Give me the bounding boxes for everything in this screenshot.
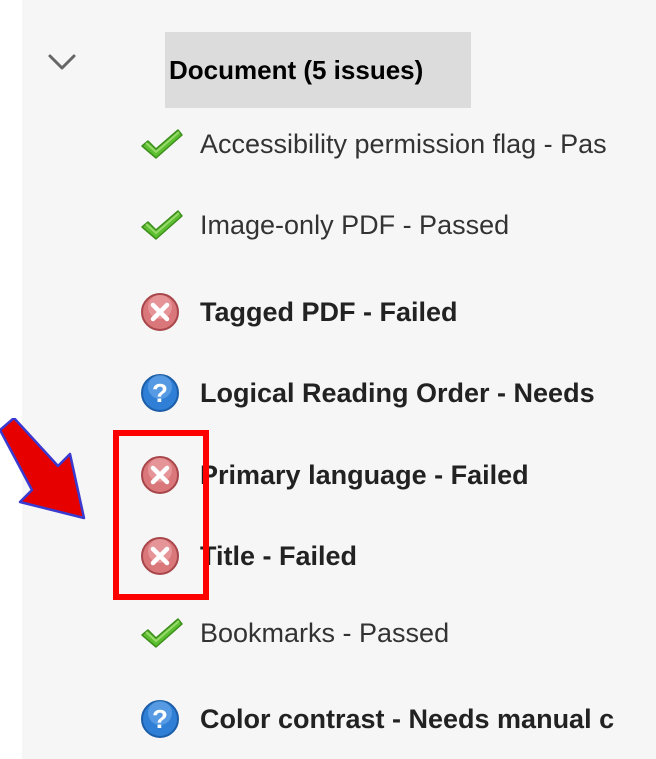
checkmark-icon [138,611,188,655]
checkmark-icon [138,122,188,166]
item-label: Logical Reading Order - Needs [200,377,595,408]
fail-x-icon [138,534,188,578]
list-item[interactable]: Bookmarks - Passed [138,611,656,655]
question-icon: ? [138,371,188,415]
fail-x-icon [138,453,188,497]
question-icon: ? [138,697,188,741]
fail-x-icon [138,290,188,334]
section-title: Document (5 issues) [169,54,424,85]
item-label: Primary language - Failed [200,459,529,490]
svg-text:?: ? [152,704,168,734]
list-item[interactable]: Tagged PDF - Failed [138,290,656,334]
item-label: Title - Failed [200,540,358,571]
section-header-document[interactable]: Document (5 issues) [165,32,471,108]
list-item[interactable]: Primary language - Failed [138,453,656,497]
list-item[interactable]: Image-only PDF - Passed [138,203,656,247]
checkmark-icon [138,203,188,247]
item-label: Tagged PDF - Failed [200,296,458,327]
item-label: Color contrast - Needs manual c [200,703,615,734]
item-label: Bookmarks - Passed [200,617,450,648]
list-item[interactable]: Title - Failed [138,534,656,578]
item-label: Image-only PDF - Passed [200,209,510,240]
svg-text:?: ? [152,378,168,408]
chevron-down-icon[interactable] [44,50,80,74]
list-item[interactable]: ? Color contrast - Needs manual c [138,697,656,741]
list-item[interactable]: Accessibility permission flag - Pas [138,122,656,166]
item-label: Accessibility permission flag - Pas [200,128,607,159]
list-item[interactable]: ? Logical Reading Order - Needs [138,371,656,415]
